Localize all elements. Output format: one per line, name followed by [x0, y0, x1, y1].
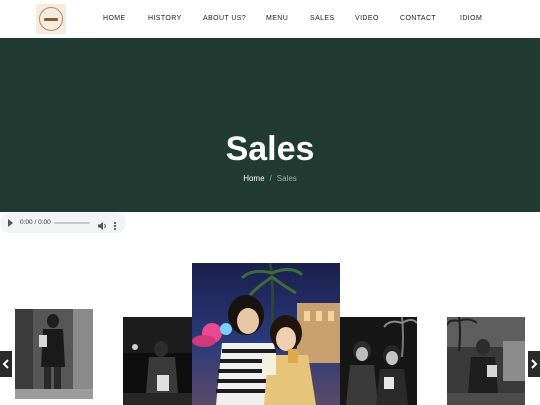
chevron-left-icon: [2, 359, 9, 369]
audio-progress-slider[interactable]: [54, 222, 90, 224]
breadcrumb-current: Sales: [276, 174, 297, 183]
carousel-next-button[interactable]: [528, 351, 540, 377]
nav-home[interactable]: HOME: [103, 15, 126, 22]
nav-idiom[interactable]: IDIOM: [460, 15, 482, 22]
gallery-photo-1[interactable]: [15, 309, 93, 399]
more-options-icon[interactable]: [113, 218, 117, 230]
nav-menu[interactable]: MENU: [266, 15, 288, 22]
navbar: HOME HISTORY ABOUT US? MENU SALES VIDEO …: [0, 0, 540, 38]
main-nav: HOME HISTORY ABOUT US? MENU SALES VIDEO …: [0, 0, 540, 38]
nav-history[interactable]: HISTORY: [148, 15, 182, 22]
gallery-photo-5[interactable]: [447, 317, 525, 405]
gallery-photo-2[interactable]: [123, 317, 192, 405]
page-title: Sales: [225, 130, 315, 168]
breadcrumb-home-link[interactable]: Home: [243, 174, 264, 183]
breadcrumb: Home / Sales: [0, 174, 540, 183]
play-icon[interactable]: [8, 219, 13, 227]
nav-contact[interactable]: CONTACT: [400, 15, 436, 22]
nav-sales[interactable]: SALES: [310, 15, 335, 22]
page-hero: Sales Home / Sales: [0, 38, 540, 212]
chevron-right-icon: [531, 359, 538, 369]
gallery-photo-4[interactable]: [340, 317, 417, 405]
gallery-photo-3[interactable]: [192, 263, 340, 405]
nav-about-us[interactable]: ABOUT US?: [203, 15, 246, 22]
breadcrumb-separator: /: [269, 174, 272, 183]
nav-video[interactable]: VIDEO: [355, 15, 379, 22]
carousel-prev-button[interactable]: [0, 351, 12, 377]
audio-time: 0:00 / 0:00: [20, 219, 51, 226]
audio-player: 0:00 / 0:00: [0, 213, 126, 233]
volume-icon[interactable]: [98, 218, 107, 230]
photo-carousel: [0, 262, 540, 405]
